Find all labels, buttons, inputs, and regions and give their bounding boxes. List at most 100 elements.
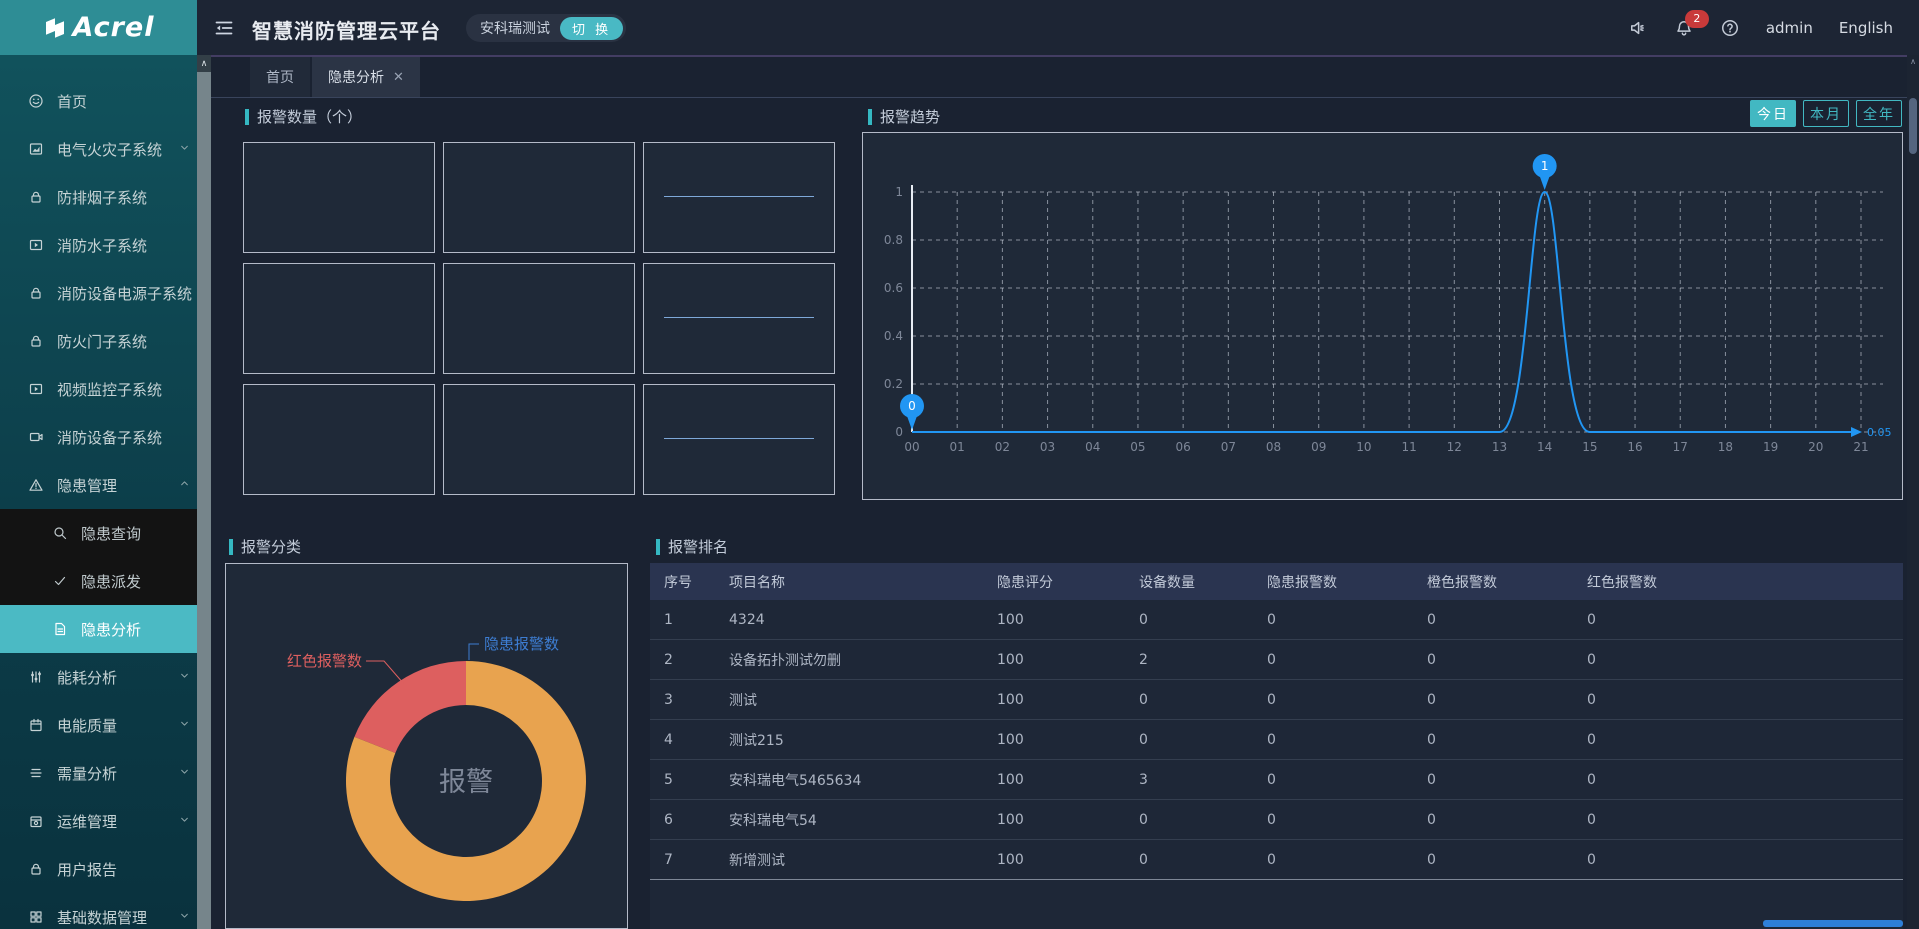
table-cell: 安科瑞电气54	[715, 800, 983, 839]
help-icon	[1720, 18, 1740, 38]
x-tick-label: 16	[1627, 440, 1642, 454]
sidebar-item[interactable]: 需量分析	[0, 749, 197, 797]
table-cell: 4324	[715, 600, 983, 639]
table-row[interactable]: 7新增测试1000000	[650, 840, 1903, 880]
sidebar-submenu: 隐患查询隐患派发隐患分析	[0, 509, 197, 653]
x-tick-label: 13	[1492, 440, 1507, 454]
app-root: Acrel 智慧消防管理云平台 安科瑞测试 切 换 2 admin Englis…	[0, 0, 1919, 929]
lock-icon	[28, 285, 44, 301]
range-button-2[interactable]: 本月	[1803, 100, 1849, 127]
sidebar-item[interactable]: 首页	[0, 77, 197, 125]
x-tick-label: 09	[1311, 440, 1326, 454]
table-cell: 2	[650, 640, 715, 679]
scroll-up-arrow[interactable]: ∧	[197, 55, 211, 72]
table-row[interactable]: 2设备拓扑测试勿删1002000	[650, 640, 1903, 680]
sidebar-item-label: 消防设备子系统	[57, 427, 162, 448]
check-icon	[52, 573, 68, 589]
sidebar-scrollbar[interactable]: ∧	[197, 55, 211, 929]
sidebar-subitem[interactable]: 隐患派发	[0, 557, 197, 605]
calendar2-icon	[28, 813, 44, 829]
lock-icon	[28, 189, 44, 205]
scrollbar-thumb[interactable]	[1909, 98, 1917, 154]
camera-icon	[28, 429, 44, 445]
range-button-1[interactable]: 今日	[1750, 100, 1796, 127]
hazard-alarm-label: 隐患报警数	[484, 635, 559, 653]
table-row[interactable]: 143241000000	[650, 600, 1903, 640]
trend-range-buttons: 今日本月全年	[1750, 100, 1902, 127]
sidebar-item[interactable]: 能耗分析	[0, 653, 197, 701]
project-switcher: 安科瑞测试 切 换	[466, 14, 626, 42]
table-cell: 0	[1413, 760, 1573, 799]
x-tick-label: 18	[1718, 440, 1733, 454]
sidebar-item[interactable]: 防火门子系统	[0, 317, 197, 365]
sidebar-item[interactable]: 电气火灾子系统	[0, 125, 197, 173]
table-cell: 0	[1125, 680, 1253, 719]
table-cell: 0	[1253, 840, 1413, 879]
sidebar-item[interactable]: 用户报告	[0, 845, 197, 893]
marker-value: 0	[908, 399, 916, 413]
table-header-cell: 项目名称	[715, 563, 983, 600]
grid-icon	[28, 909, 44, 925]
stat-card	[243, 142, 435, 253]
red-alarm-slice[interactable]	[354, 661, 466, 753]
alarm-rank-section-title: 报警排名	[656, 536, 728, 557]
sidebar-item[interactable]: 电能质量	[0, 701, 197, 749]
notifications-button[interactable]: 2	[1674, 18, 1694, 38]
stat-card	[443, 384, 635, 495]
x-tick-label: 11	[1401, 440, 1416, 454]
sidebar-item[interactable]: 消防水子系统	[0, 221, 197, 269]
title-accent-bar	[245, 109, 249, 125]
user-menu[interactable]: admin	[1766, 19, 1813, 37]
sidebar-subitem[interactable]: 隐患分析	[0, 605, 197, 653]
marker-tail	[907, 416, 917, 430]
sidebar-item[interactable]: 视频监控子系统	[0, 365, 197, 413]
sidebar-item[interactable]: 消防设备电源子系统	[0, 269, 197, 317]
sidebar-subitem[interactable]: 隐患查询	[0, 509, 197, 557]
table-header-cell: 隐患报警数	[1253, 563, 1413, 600]
chevdown-icon	[178, 141, 191, 154]
sidebar-item[interactable]: 基础数据管理	[0, 893, 197, 929]
alarm-category-donut: 报警红色报警数隐患报警数	[226, 564, 627, 928]
table-cell: 3	[650, 680, 715, 719]
horizontal-scrollbar-thumb[interactable]	[1763, 920, 1903, 927]
table-row[interactable]: 3测试1000000	[650, 680, 1903, 720]
marker-tail	[1540, 176, 1550, 190]
x-tick-label: 07	[1221, 440, 1236, 454]
tab-2[interactable]: 隐患分析✕	[312, 57, 420, 97]
sidebar-item[interactable]: 消防设备子系统	[0, 413, 197, 461]
sidebar-item-label: 消防设备电源子系统	[57, 283, 192, 304]
warning-icon	[28, 477, 44, 493]
x-tick-label: 12	[1447, 440, 1462, 454]
sidebar-item-label: 能耗分析	[57, 667, 117, 688]
stat-card	[243, 263, 435, 374]
trend-card	[643, 263, 835, 374]
table-header-row: 序号项目名称隐患评分设备数量隐患报警数橙色报警数红色报警数	[650, 563, 1903, 600]
table-row[interactable]: 5安科瑞电气54656341003000	[650, 760, 1903, 800]
x-tick-label: 03	[1040, 440, 1055, 454]
sidebar-collapse-button[interactable]	[213, 17, 235, 39]
table-row[interactable]: 4测试2151000000	[650, 720, 1903, 760]
table-cell: 0	[1573, 800, 1903, 839]
table-cell: 6	[650, 800, 715, 839]
sound-button[interactable]	[1628, 18, 1648, 38]
sidebar-subitem-label: 隐患派发	[81, 571, 141, 592]
page-scrollbar[interactable]: ∧	[1907, 55, 1919, 929]
switch-project-button[interactable]: 切 换	[560, 17, 623, 40]
tab-1[interactable]: 首页	[250, 57, 310, 97]
table-row[interactable]: 6安科瑞电气541000000	[650, 800, 1903, 840]
chevron-down-icon	[178, 716, 191, 734]
sidebar-item[interactable]: 运维管理	[0, 797, 197, 845]
sidebar-subitem-label: 隐患查询	[81, 523, 141, 544]
logo-text: Acrel	[73, 12, 155, 43]
sidebar-item[interactable]: 防排烟子系统	[0, 173, 197, 221]
sidebar-item[interactable]: 隐患管理	[0, 461, 197, 509]
stat-card	[443, 263, 635, 374]
language-toggle[interactable]: English	[1839, 19, 1893, 37]
project-name: 安科瑞测试	[480, 18, 550, 38]
range-button-3[interactable]: 全年	[1856, 100, 1902, 127]
table-cell: 测试215	[715, 720, 983, 759]
tab-close-icon[interactable]: ✕	[393, 70, 404, 85]
lock-icon	[28, 333, 44, 349]
help-button[interactable]	[1720, 18, 1740, 38]
scroll-up-arrow[interactable]: ∧	[1907, 57, 1919, 66]
